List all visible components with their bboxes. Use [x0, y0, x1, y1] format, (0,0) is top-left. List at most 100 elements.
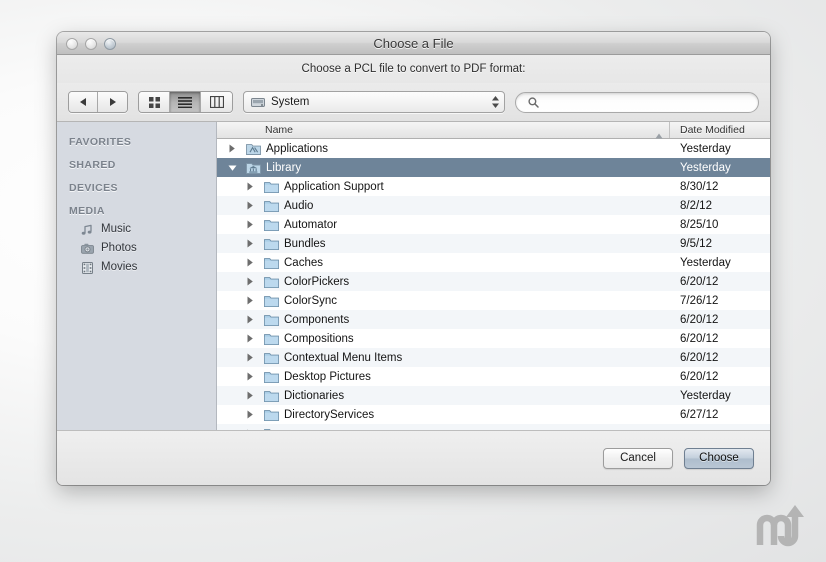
- column-header-name-label: Name: [265, 124, 294, 136]
- table-row[interactable]: Applications Yesterday: [217, 139, 770, 158]
- disclosure-triangle-collapsed-icon[interactable]: [243, 391, 257, 400]
- row-date-cell: 6/20/12: [680, 313, 719, 326]
- disclosure-triangle-collapsed-icon[interactable]: [243, 220, 257, 229]
- minimize-button[interactable]: [85, 38, 97, 50]
- window-titlebar[interactable]: Choose a File: [57, 32, 770, 55]
- table-row[interactable]: DirectoryServices 6/27/12: [217, 405, 770, 424]
- back-button[interactable]: [69, 92, 98, 112]
- table-row[interactable]: ColorSync 7/26/12: [217, 291, 770, 310]
- row-name-cell: Application Support: [217, 180, 670, 193]
- row-name-cell: ColorPickers: [217, 275, 670, 288]
- folder-icon: [263, 408, 279, 421]
- list-view-icon: [178, 96, 192, 108]
- row-date-cell: 9/5/12: [680, 237, 712, 250]
- table-row[interactable]: [217, 424, 770, 430]
- file-list-pane: Name Date Modified Applications Yesterday…: [217, 122, 770, 430]
- disclosure-triangle-collapsed-icon[interactable]: [243, 334, 257, 343]
- table-row[interactable]: Caches Yesterday: [217, 253, 770, 272]
- disclosure-triangle-collapsed-icon[interactable]: [243, 429, 257, 430]
- window-title: Choose a File: [373, 36, 454, 51]
- row-name-label: Components: [284, 313, 350, 326]
- table-row[interactable]: Components 6/20/12: [217, 310, 770, 329]
- disclosure-triangle-collapsed-icon[interactable]: [243, 182, 257, 191]
- table-row[interactable]: Audio 8/2/12: [217, 196, 770, 215]
- dialog-toolbar: System: [57, 83, 770, 121]
- view-as-columns-button[interactable]: [201, 92, 232, 112]
- row-date-cell: Yesterday: [680, 142, 731, 155]
- sidebar-item-movies[interactable]: Movies: [57, 258, 216, 277]
- column-header-name[interactable]: Name: [217, 122, 670, 139]
- sidebar-item-label: Photos: [101, 242, 137, 254]
- sidebar-header-favorites: FAVORITES: [69, 136, 132, 148]
- forward-button[interactable]: [98, 92, 127, 112]
- disclosure-triangle-collapsed-icon[interactable]: [243, 258, 257, 267]
- row-name-cell: Automator: [217, 218, 670, 231]
- sidebar-header-media: MEDIA: [69, 205, 105, 217]
- path-popup-button[interactable]: System: [243, 91, 505, 113]
- macupdate-logo: [754, 505, 812, 554]
- row-date-cell: Yesterday: [680, 389, 731, 402]
- disclosure-triangle-collapsed-icon[interactable]: [243, 410, 257, 419]
- row-name-label: Caches: [284, 256, 323, 269]
- table-row[interactable]: Dictionaries Yesterday: [217, 386, 770, 405]
- row-date-cell: 6/20/12: [680, 370, 719, 383]
- table-row[interactable]: Automator 8/25/10: [217, 215, 770, 234]
- search-input[interactable]: [546, 96, 749, 108]
- choose-button[interactable]: Choose: [684, 447, 754, 469]
- disclosure-triangle-collapsed-icon[interactable]: [243, 277, 257, 286]
- sidebar-item-label: Music: [101, 223, 132, 235]
- table-row[interactable]: Application Support 8/30/12: [217, 177, 770, 196]
- folder-icon: [263, 199, 279, 212]
- sidebar-item-photos[interactable]: Photos: [57, 239, 216, 258]
- dialog-body: FAVORITES SHARED DEVICES MEDIA Music Pho…: [57, 121, 770, 430]
- disclosure-triangle-collapsed-icon[interactable]: [243, 353, 257, 362]
- sidebar-item-music[interactable]: Music: [57, 220, 216, 239]
- close-button[interactable]: [66, 38, 78, 50]
- table-row[interactable]: Bundles 9/5/12: [217, 234, 770, 253]
- row-name-label: ColorSync: [284, 294, 338, 307]
- row-date-cell: 7/26/12: [680, 294, 719, 307]
- applications-folder-icon: [245, 142, 261, 155]
- row-name-cell: Applications: [217, 142, 670, 155]
- table-row[interactable]: ColorPickers 6/20/12: [217, 272, 770, 291]
- sidebar: FAVORITES SHARED DEVICES MEDIA Music Pho…: [57, 122, 217, 430]
- row-name-cell: ColorSync: [217, 294, 670, 307]
- zoom-button[interactable]: [104, 38, 116, 50]
- folder-icon: [263, 332, 279, 345]
- row-name-cell: Caches: [217, 256, 670, 269]
- row-date-cell: 6/20/12: [680, 351, 719, 364]
- table-row[interactable]: Contextual Menu Items 6/20/12: [217, 348, 770, 367]
- disclosure-triangle-collapsed-icon[interactable]: [243, 315, 257, 324]
- row-name-label: Dictionaries: [284, 389, 345, 402]
- disclosure-triangle-collapsed-icon[interactable]: [243, 296, 257, 305]
- folder-icon: [263, 180, 279, 193]
- folder-icon: [263, 313, 279, 326]
- forward-arrow-icon: [108, 97, 117, 107]
- row-name-cell: Dictionaries: [217, 389, 670, 402]
- cancel-button[interactable]: Cancel: [603, 447, 673, 469]
- row-date-cell: 8/2/12: [680, 199, 712, 212]
- disclosure-triangle-expanded-icon[interactable]: [225, 164, 239, 172]
- folder-icon: [263, 275, 279, 288]
- disclosure-triangle-collapsed-icon[interactable]: [225, 144, 239, 153]
- disclosure-triangle-collapsed-icon[interactable]: [243, 239, 257, 248]
- view-as-icons-button[interactable]: [139, 92, 170, 112]
- table-row[interactable]: Desktop Pictures 6/20/12: [217, 367, 770, 386]
- table-row[interactable]: Compositions 6/20/12: [217, 329, 770, 348]
- folder-icon: [263, 427, 279, 430]
- row-date-cell: 8/30/12: [680, 180, 719, 193]
- disclosure-triangle-collapsed-icon[interactable]: [243, 372, 257, 381]
- row-name-label: Contextual Menu Items: [284, 351, 403, 364]
- row-name-cell: DirectoryServices: [217, 408, 670, 421]
- row-name-cell: Audio: [217, 199, 670, 212]
- column-header-date-modified[interactable]: Date Modified: [670, 122, 770, 138]
- prompt-bar: Choose a PCL file to convert to PDF form…: [57, 55, 770, 83]
- folder-icon: [263, 370, 279, 383]
- view-as-list-button[interactable]: [170, 92, 201, 112]
- disclosure-triangle-collapsed-icon[interactable]: [243, 201, 257, 210]
- row-name-label: Library: [266, 161, 302, 174]
- folder-icon: [263, 389, 279, 402]
- search-field[interactable]: [515, 91, 759, 113]
- file-list-rows[interactable]: Applications Yesterday Library Yesterday App…: [217, 139, 770, 430]
- table-row[interactable]: Library Yesterday: [217, 158, 770, 177]
